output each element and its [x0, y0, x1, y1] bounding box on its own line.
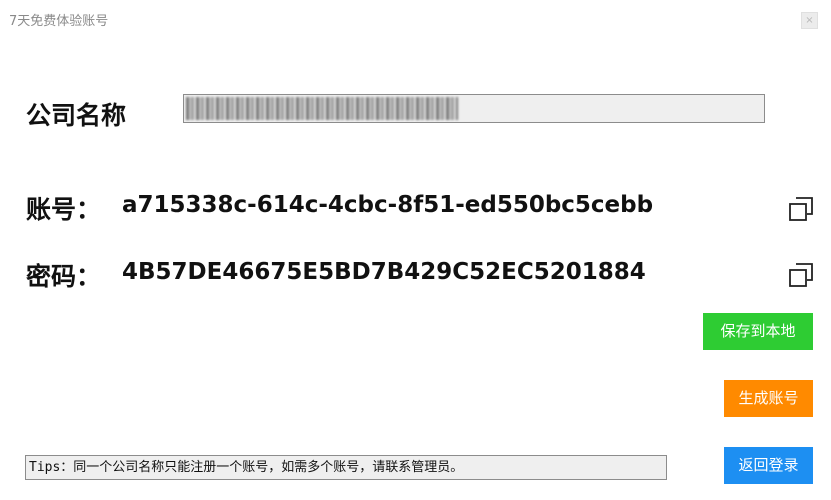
- company-name-field[interactable]: [183, 94, 765, 123]
- copy-icon: [789, 197, 813, 221]
- copy-icon: [789, 263, 813, 287]
- save-to-local-button[interactable]: 保存到本地: [703, 313, 813, 350]
- close-icon: ×: [805, 15, 814, 26]
- account-value: a715338c-614c-4cbc-8f51-ed550bc5cebb: [122, 192, 654, 218]
- copy-password-button[interactable]: [786, 260, 816, 290]
- company-name-label: 公司名称: [26, 101, 127, 130]
- password-label: 密码：: [26, 262, 102, 291]
- tips-box: Tips：同一个公司名称只能注册一个账号，如需多个账号，请联系管理员。: [25, 455, 667, 480]
- close-button[interactable]: ×: [801, 12, 818, 29]
- window-title: 7天免费体验账号: [9, 14, 109, 29]
- generate-account-button[interactable]: 生成账号: [724, 380, 813, 417]
- copy-account-button[interactable]: [786, 194, 816, 224]
- redacted-company-name: [186, 97, 458, 120]
- back-to-login-button[interactable]: 返回登录: [724, 447, 813, 484]
- account-label: 账号：: [26, 195, 102, 224]
- password-value: 4B57DE46675E5BD7B429C52EC5201884: [122, 259, 646, 285]
